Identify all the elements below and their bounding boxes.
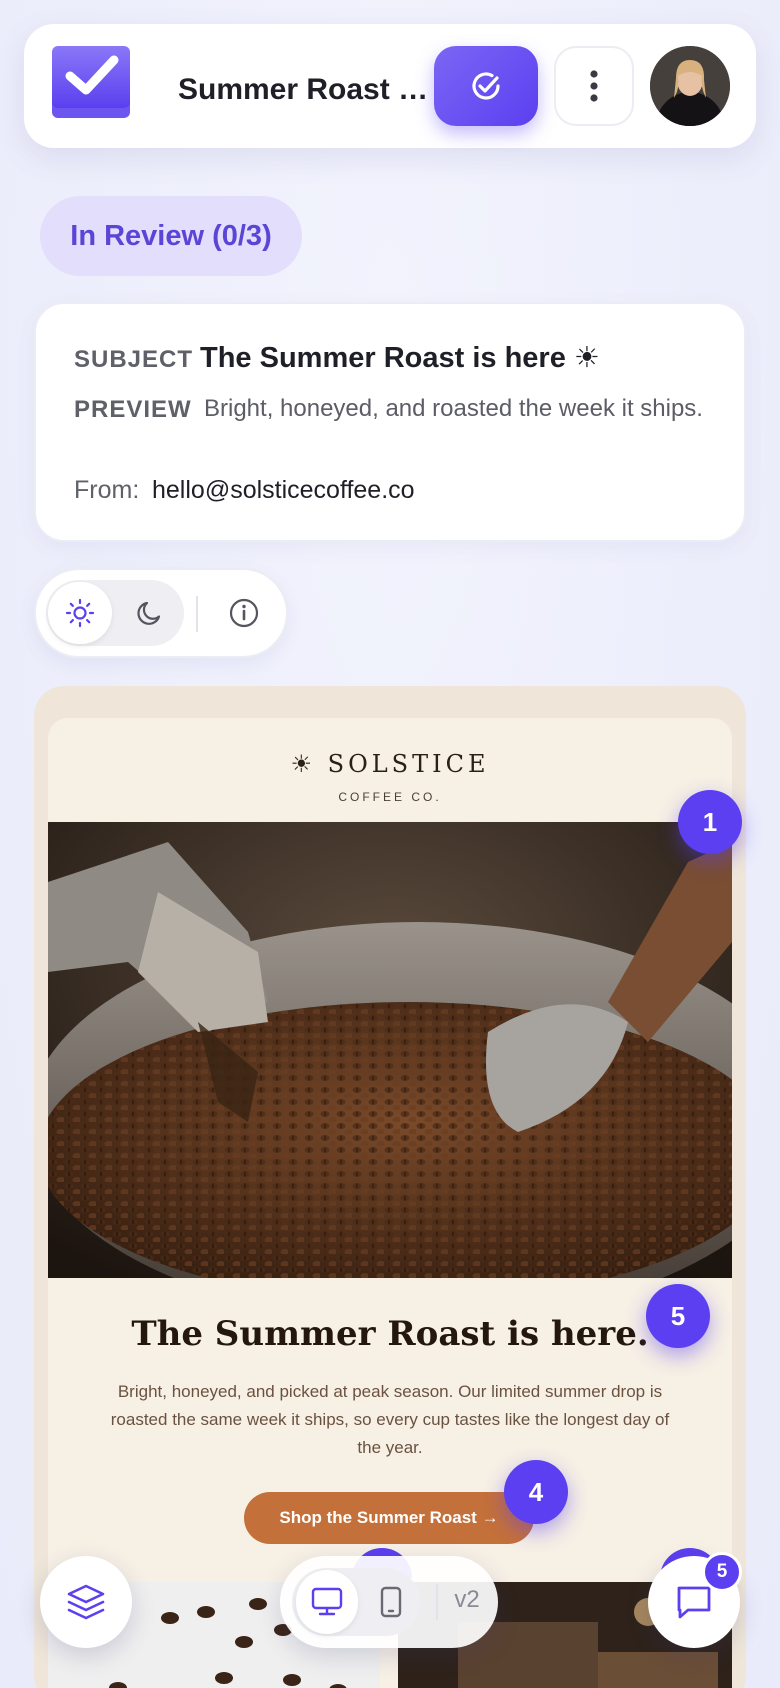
top-header: Summer Roast – L… bbox=[24, 24, 756, 148]
desktop-view-button[interactable] bbox=[296, 1570, 358, 1634]
email-meta-card: SUBJECT The Summer Roast is here ☀ PREVI… bbox=[34, 302, 746, 542]
theme-toggle bbox=[34, 568, 288, 658]
review-status-badge: In Review (0/3) bbox=[40, 196, 302, 276]
version-selector[interactable]: v2 bbox=[442, 1586, 492, 1614]
device-divider bbox=[436, 1584, 438, 1620]
app-logo-icon bbox=[50, 46, 154, 150]
approve-button[interactable] bbox=[434, 46, 538, 126]
comment-pin[interactable]: 5 bbox=[646, 1284, 710, 1348]
check-circle-icon bbox=[472, 72, 500, 100]
mobile-icon bbox=[380, 1586, 402, 1618]
from-label: From: bbox=[74, 476, 140, 504]
mobile-view-button[interactable] bbox=[364, 1570, 418, 1634]
vertical-dots-icon bbox=[590, 70, 598, 102]
comment-pin[interactable]: 1 bbox=[678, 790, 742, 854]
desktop-icon bbox=[311, 1587, 343, 1616]
email-brand-logo: ☀ SOLSTICE bbox=[290, 750, 490, 778]
email-headline: The Summer Roast is here. bbox=[131, 1314, 649, 1354]
toggle-divider bbox=[196, 596, 198, 632]
user-avatar[interactable] bbox=[650, 46, 730, 126]
preview-value: Bright, honeyed, and roasted the week it… bbox=[204, 395, 703, 422]
dark-mode-button[interactable] bbox=[118, 582, 182, 644]
light-mode-button[interactable] bbox=[48, 582, 112, 644]
comments-count-badge: 5 bbox=[702, 1552, 742, 1592]
info-icon bbox=[229, 598, 259, 628]
email-brand-tagline: COFFEE CO. bbox=[338, 790, 442, 804]
chat-bubble-icon bbox=[677, 1586, 711, 1619]
moon-icon bbox=[137, 601, 161, 625]
email-body-text: Bright, honeyed, and picked at peak seas… bbox=[110, 1382, 670, 1457]
email-preview: ☀ SOLSTICE COFFEE CO. The Summer Roast i… bbox=[48, 718, 732, 1688]
info-button[interactable] bbox=[212, 582, 276, 644]
subject-label: SUBJECT bbox=[74, 346, 194, 373]
layers-icon bbox=[67, 1584, 105, 1620]
layers-button[interactable] bbox=[40, 1556, 132, 1648]
shop-cta-button[interactable]: Shop the Summer Roast → bbox=[244, 1492, 534, 1544]
subject-value: The Summer Roast is here ☀ bbox=[200, 342, 600, 374]
document-title: Summer Roast – L… bbox=[178, 73, 434, 106]
from-value: hello@solsticecoffee.co bbox=[152, 476, 415, 504]
comment-pin[interactable]: 4 bbox=[504, 1460, 568, 1524]
hero-image-coffee-roaster[interactable] bbox=[48, 822, 732, 1322]
sun-icon bbox=[65, 598, 95, 628]
preview-label: PREVIEW bbox=[74, 396, 192, 423]
more-options-button[interactable] bbox=[554, 46, 634, 126]
device-switcher: v2 bbox=[280, 1556, 498, 1648]
